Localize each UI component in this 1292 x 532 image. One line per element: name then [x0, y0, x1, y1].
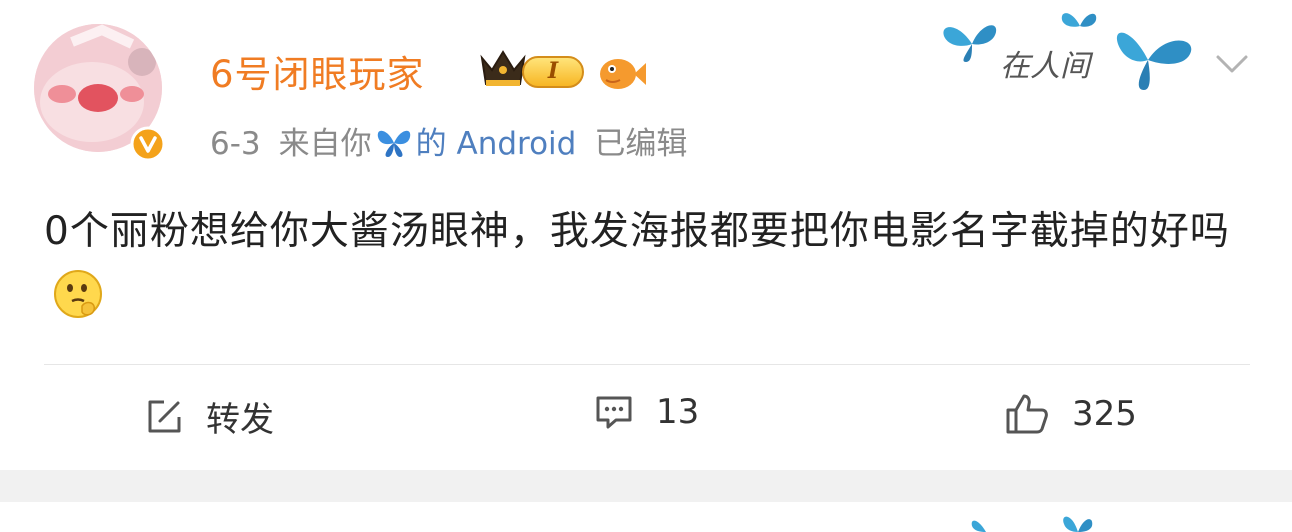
repost-label: 转发 [206, 400, 274, 440]
butterfly-icon [971, 516, 1093, 532]
post-text: 0个丽粉想给你大酱汤眼神，我发海报都要把你电影名字截掉的好吗 [44, 200, 1254, 340]
thinking-emoji-icon [52, 268, 104, 340]
edited-label: 已编辑 [594, 126, 688, 162]
source-prefix: 来自你 [278, 126, 372, 162]
comment-count: 13 [656, 392, 700, 432]
comment-icon [596, 396, 632, 429]
post-body: 0个丽粉想给你大酱汤眼神，我发海报都要把你电影名字截掉的好吗 [44, 209, 1230, 254]
like-icon [1006, 394, 1048, 434]
like-count: 325 [1072, 394, 1137, 434]
decoration-text: 在人间 [1000, 49, 1094, 84]
repost-icon [148, 400, 181, 432]
repost-button[interactable]: 转发 [144, 392, 274, 441]
butterfly-icon [943, 25, 997, 62]
butterfly-icon [374, 127, 414, 167]
source-device[interactable]: 的 Android [416, 126, 577, 162]
card-decoration: 在人间 [936, 4, 1206, 104]
fish-icon [600, 59, 646, 89]
chevron-down-icon[interactable] [1212, 50, 1252, 78]
crown-icon [480, 50, 526, 86]
post-date: 6-3 [210, 126, 261, 162]
verified-badge-icon [130, 126, 166, 162]
avatar[interactable] [32, 22, 172, 162]
post-card: 6号闭眼玩家 I 6-3 来自你 的 Android 已编辑 在人间 0个丽粉想给… [0, 0, 1292, 470]
comment-button[interactable]: 13 [594, 392, 699, 432]
username[interactable]: 6号闭眼玩家 [210, 44, 425, 98]
post-meta: 6-3 来自你 的 Android 已编辑 [210, 118, 687, 167]
divider [44, 364, 1250, 365]
like-button[interactable]: 325 [1004, 392, 1137, 436]
butterfly-icon [1061, 13, 1097, 27]
level-badge: I [522, 56, 584, 88]
butterfly-icon [1116, 32, 1192, 90]
